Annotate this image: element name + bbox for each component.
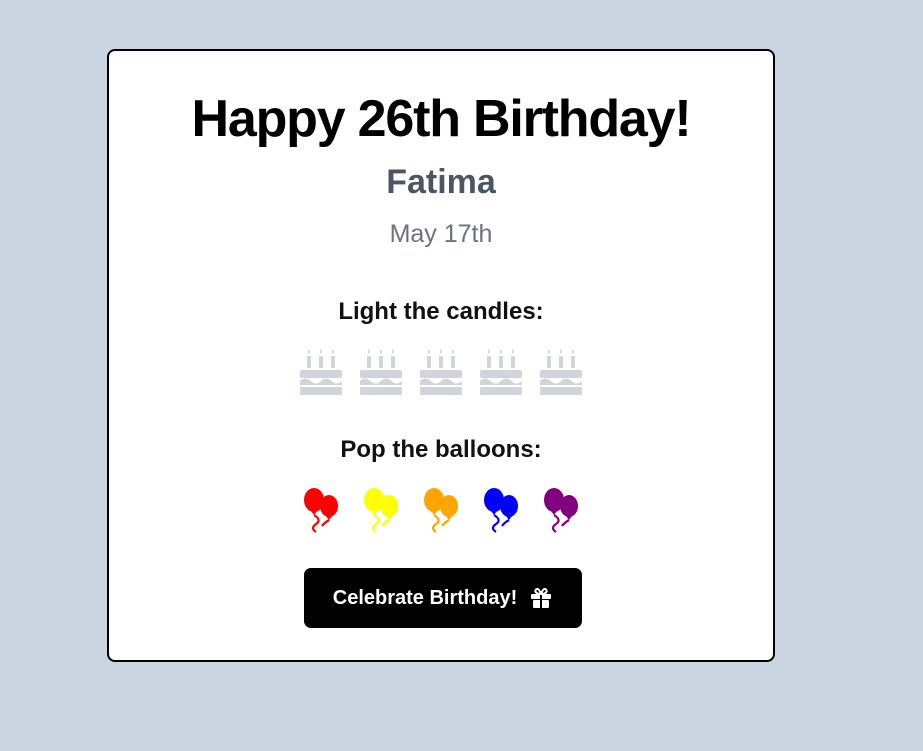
birthday-cake-icon: [480, 349, 522, 395]
recipient-name: Fatima: [386, 163, 496, 201]
birthday-cake-icon: [540, 349, 582, 395]
candle-button[interactable]: [420, 346, 462, 396]
balloons-icon: [424, 488, 458, 533]
balloon-button[interactable]: [420, 485, 462, 535]
candle-button[interactable]: [480, 346, 522, 396]
balloons-label: Pop the balloons:: [340, 436, 542, 463]
balloons-icon: [544, 488, 578, 533]
birthday-cake-icon: [300, 349, 342, 395]
candle-button[interactable]: [360, 346, 402, 396]
balloon-button[interactable]: [300, 485, 342, 535]
balloons-icon: [484, 488, 518, 533]
birthday-date: May 17th: [389, 220, 493, 248]
celebrate-button[interactable]: Celebrate Birthday!: [304, 568, 582, 628]
candle-button[interactable]: [300, 346, 342, 396]
candle-button[interactable]: [540, 346, 582, 396]
balloons-icon: [364, 488, 398, 533]
balloon-row: [109, 485, 773, 535]
page-title: Happy 26th Birthday!: [191, 90, 692, 148]
balloon-button[interactable]: [540, 485, 582, 535]
birthday-card: Happy 26th Birthday! Fatima May 17th Lig…: [107, 49, 775, 662]
balloons-icon: [304, 488, 338, 533]
candle-row: [109, 346, 773, 396]
balloon-button[interactable]: [360, 485, 402, 535]
birthday-cake-icon: [420, 349, 462, 395]
gift-icon: [529, 586, 553, 610]
celebrate-button-label: Celebrate Birthday!: [332, 586, 518, 609]
balloon-button[interactable]: [480, 485, 522, 535]
candles-label: Light the candles:: [338, 298, 544, 325]
birthday-cake-icon: [360, 349, 402, 395]
